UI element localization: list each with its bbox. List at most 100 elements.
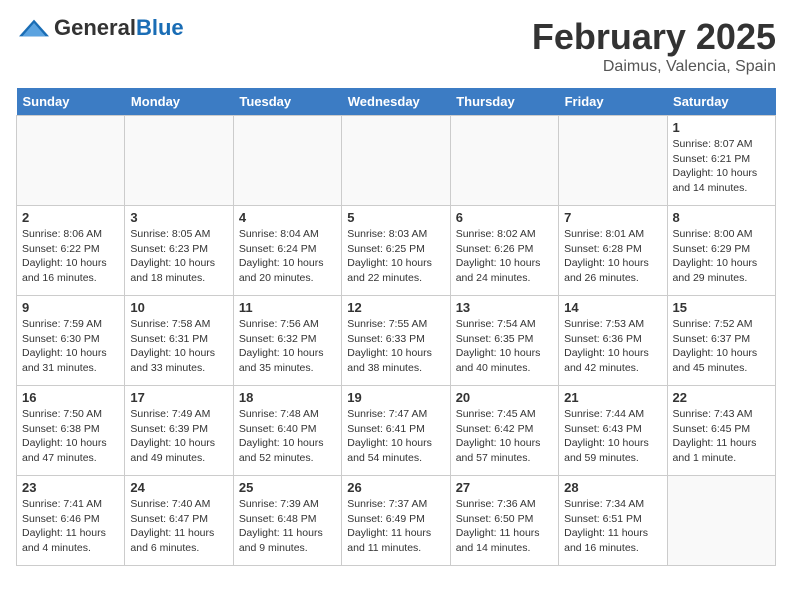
calendar-cell: 21Sunrise: 7:44 AM Sunset: 6:43 PM Dayli… — [559, 386, 667, 476]
day-info: Sunrise: 8:06 AM Sunset: 6:22 PM Dayligh… — [22, 227, 119, 286]
weekday-header: Wednesday — [342, 88, 450, 116]
calendar-cell: 11Sunrise: 7:56 AM Sunset: 6:32 PM Dayli… — [233, 296, 341, 386]
calendar-cell: 12 Sunrise: 7:55 AM Sunset: 6:33 PM Dayli… — [342, 296, 450, 386]
weekday-header: Friday — [559, 88, 667, 116]
logo-blue: Blue — [136, 15, 184, 40]
day-info: Sunrise: 7:53 AM Sunset: 6:36 PM Dayligh… — [564, 317, 661, 376]
calendar-cell — [450, 116, 558, 206]
day-number: 18 — [239, 390, 336, 405]
day-info: Sunrise: 7:36 AM Sunset: 6:50 PM Dayligh… — [456, 497, 553, 556]
day-info: Sunrise: 7:58 AM Sunset: 6:31 PM Dayligh… — [130, 317, 227, 376]
calendar-cell — [342, 116, 450, 206]
weekday-header: Saturday — [667, 88, 775, 116]
day-number: 9 — [22, 300, 119, 315]
calendar-week-row: 1 Sunrise: 8:07 AM Sunset: 6:21 PM Daylig… — [17, 116, 776, 206]
calendar-cell: 28 Sunrise: 7:34 AM Sunset: 6:51 PM Dayli… — [559, 476, 667, 566]
calendar-week-row: 2 Sunrise: 8:06 AM Sunset: 6:22 PM Daylig… — [17, 206, 776, 296]
calendar-cell: 18 Sunrise: 7:48 AM Sunset: 6:40 PM Dayli… — [233, 386, 341, 476]
day-number: 13 — [456, 300, 553, 315]
day-number: 17 — [130, 390, 227, 405]
day-number: 26 — [347, 480, 444, 495]
day-info: Sunrise: 7:34 AM Sunset: 6:51 PM Dayligh… — [564, 497, 661, 556]
calendar-cell: 24 Sunrise: 7:40 AM Sunset: 6:47 PM Dayli… — [125, 476, 233, 566]
header: GeneralBlue February 2025 Daimus, Valenc… — [16, 16, 776, 76]
day-info: Sunrise: 7:37 AM Sunset: 6:49 PM Dayligh… — [347, 497, 444, 556]
calendar-cell: 10 Sunrise: 7:58 AM Sunset: 6:31 PM Dayli… — [125, 296, 233, 386]
day-number: 10 — [130, 300, 227, 315]
day-number: 14 — [564, 300, 661, 315]
weekday-header-row: SundayMondayTuesdayWednesdayThursdayFrid… — [17, 88, 776, 116]
day-info: Sunrise: 8:04 AM Sunset: 6:24 PM Dayligh… — [239, 227, 336, 286]
calendar-week-row: 9Sunrise: 7:59 AM Sunset: 6:30 PM Daylig… — [17, 296, 776, 386]
day-info: Sunrise: 7:41 AM Sunset: 6:46 PM Dayligh… — [22, 497, 119, 556]
day-info: Sunrise: 7:55 AM Sunset: 6:33 PM Dayligh… — [347, 317, 444, 376]
day-number: 20 — [456, 390, 553, 405]
day-number: 27 — [456, 480, 553, 495]
location-title: Daimus, Valencia, Spain — [532, 58, 776, 76]
calendar-cell: 9Sunrise: 7:59 AM Sunset: 6:30 PM Daylig… — [17, 296, 125, 386]
day-info: Sunrise: 7:45 AM Sunset: 6:42 PM Dayligh… — [456, 407, 553, 466]
day-number: 28 — [564, 480, 661, 495]
day-info: Sunrise: 7:54 AM Sunset: 6:35 PM Dayligh… — [456, 317, 553, 376]
day-info: Sunrise: 8:01 AM Sunset: 6:28 PM Dayligh… — [564, 227, 661, 286]
day-number: 25 — [239, 480, 336, 495]
calendar-cell: 19 Sunrise: 7:47 AM Sunset: 6:41 PM Dayli… — [342, 386, 450, 476]
calendar-cell: 22 Sunrise: 7:43 AM Sunset: 6:45 PM Dayli… — [667, 386, 775, 476]
day-number: 15 — [673, 300, 770, 315]
day-info: Sunrise: 7:52 AM Sunset: 6:37 PM Dayligh… — [673, 317, 770, 376]
day-info: Sunrise: 7:40 AM Sunset: 6:47 PM Dayligh… — [130, 497, 227, 556]
day-number: 23 — [22, 480, 119, 495]
day-number: 24 — [130, 480, 227, 495]
day-info: Sunrise: 8:07 AM Sunset: 6:21 PM Dayligh… — [673, 137, 770, 196]
day-number: 12 — [347, 300, 444, 315]
calendar-cell: 14 Sunrise: 7:53 AM Sunset: 6:36 PM Dayli… — [559, 296, 667, 386]
calendar-cell — [233, 116, 341, 206]
day-info: Sunrise: 7:56 AM Sunset: 6:32 PM Dayligh… — [239, 317, 336, 376]
day-info: Sunrise: 7:39 AM Sunset: 6:48 PM Dayligh… — [239, 497, 336, 556]
day-info: Sunrise: 7:48 AM Sunset: 6:40 PM Dayligh… — [239, 407, 336, 466]
calendar-cell — [17, 116, 125, 206]
calendar-cell — [667, 476, 775, 566]
calendar-cell: 3Sunrise: 8:05 AM Sunset: 6:23 PM Daylig… — [125, 206, 233, 296]
day-number: 2 — [22, 210, 119, 225]
calendar-cell: 8Sunrise: 8:00 AM Sunset: 6:29 PM Daylig… — [667, 206, 775, 296]
weekday-header: Monday — [125, 88, 233, 116]
calendar-cell: 13 Sunrise: 7:54 AM Sunset: 6:35 PM Dayli… — [450, 296, 558, 386]
day-number: 6 — [456, 210, 553, 225]
day-number: 21 — [564, 390, 661, 405]
calendar-week-row: 23 Sunrise: 7:41 AM Sunset: 6:46 PM Dayli… — [17, 476, 776, 566]
day-number: 7 — [564, 210, 661, 225]
day-number: 3 — [130, 210, 227, 225]
weekday-header: Sunday — [17, 88, 125, 116]
calendar-cell: 23 Sunrise: 7:41 AM Sunset: 6:46 PM Dayli… — [17, 476, 125, 566]
calendar-cell: 1 Sunrise: 8:07 AM Sunset: 6:21 PM Daylig… — [667, 116, 775, 206]
day-info: Sunrise: 7:47 AM Sunset: 6:41 PM Dayligh… — [347, 407, 444, 466]
calendar-cell — [125, 116, 233, 206]
logo: GeneralBlue — [16, 16, 184, 40]
calendar-cell: 25 Sunrise: 7:39 AM Sunset: 6:48 PM Dayli… — [233, 476, 341, 566]
calendar-cell: 5Sunrise: 8:03 AM Sunset: 6:25 PM Daylig… — [342, 206, 450, 296]
logo-icon — [16, 18, 52, 38]
calendar-cell: 4 Sunrise: 8:04 AM Sunset: 6:24 PM Daylig… — [233, 206, 341, 296]
day-number: 8 — [673, 210, 770, 225]
calendar-cell: 26 Sunrise: 7:37 AM Sunset: 6:49 PM Dayli… — [342, 476, 450, 566]
calendar-cell: 17Sunrise: 7:49 AM Sunset: 6:39 PM Dayli… — [125, 386, 233, 476]
calendar-week-row: 16Sunrise: 7:50 AM Sunset: 6:38 PM Dayli… — [17, 386, 776, 476]
calendar-cell: 2 Sunrise: 8:06 AM Sunset: 6:22 PM Daylig… — [17, 206, 125, 296]
calendar-cell: 15 Sunrise: 7:52 AM Sunset: 6:37 PM Dayli… — [667, 296, 775, 386]
calendar-cell — [559, 116, 667, 206]
day-number: 19 — [347, 390, 444, 405]
weekday-header: Tuesday — [233, 88, 341, 116]
calendar-cell: 20 Sunrise: 7:45 AM Sunset: 6:42 PM Dayli… — [450, 386, 558, 476]
month-title: February 2025 — [532, 16, 776, 58]
day-number: 22 — [673, 390, 770, 405]
day-number: 4 — [239, 210, 336, 225]
title-area: February 2025 Daimus, Valencia, Spain — [532, 16, 776, 76]
logo-general: General — [54, 15, 136, 40]
day-number: 1 — [673, 120, 770, 135]
day-info: Sunrise: 8:02 AM Sunset: 6:26 PM Dayligh… — [456, 227, 553, 286]
day-info: Sunrise: 7:50 AM Sunset: 6:38 PM Dayligh… — [22, 407, 119, 466]
calendar-cell: 27 Sunrise: 7:36 AM Sunset: 6:50 PM Dayli… — [450, 476, 558, 566]
calendar-cell: 6 Sunrise: 8:02 AM Sunset: 6:26 PM Daylig… — [450, 206, 558, 296]
day-info: Sunrise: 7:43 AM Sunset: 6:45 PM Dayligh… — [673, 407, 770, 466]
